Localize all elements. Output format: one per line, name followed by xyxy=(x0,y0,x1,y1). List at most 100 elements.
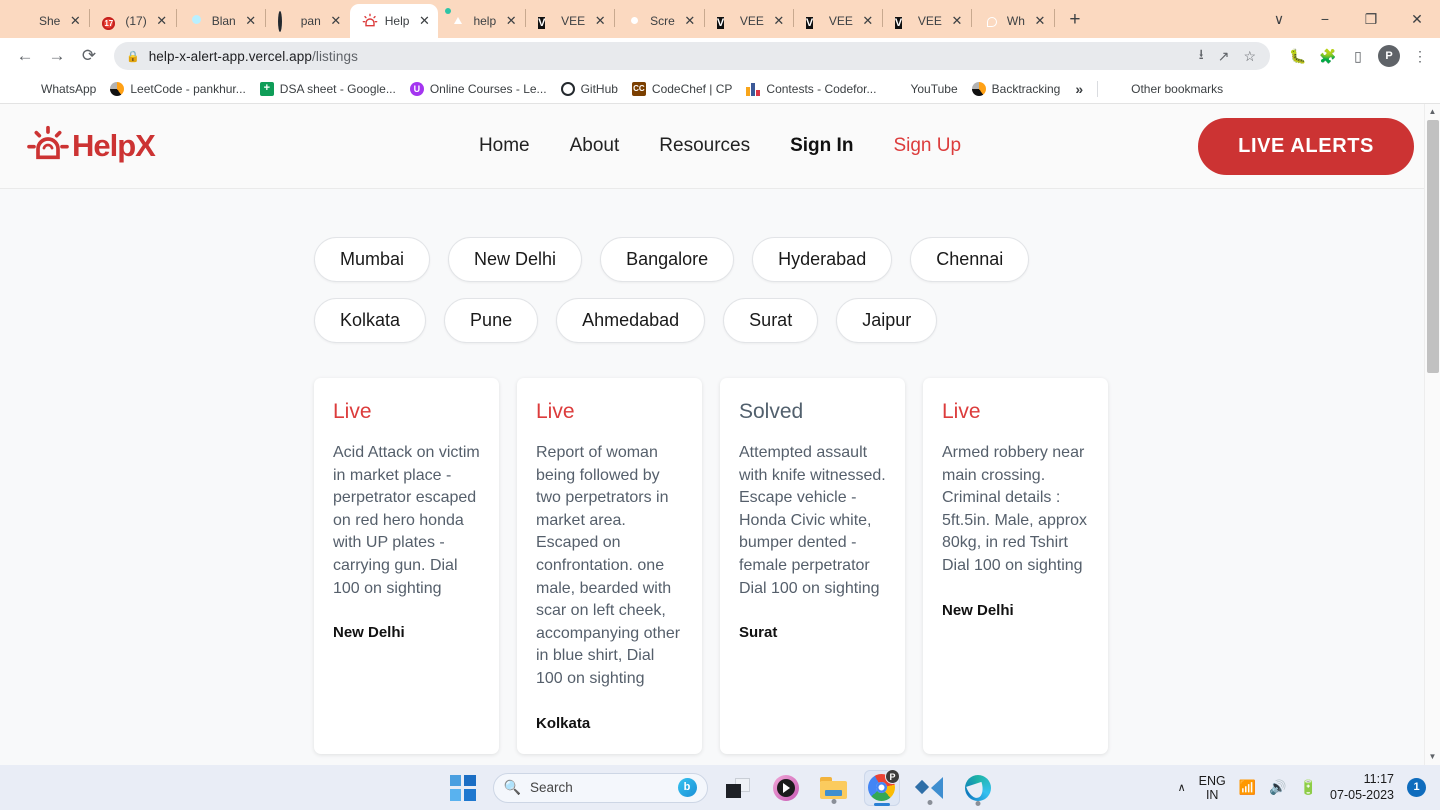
media-player-button[interactable] xyxy=(768,770,804,806)
bookmark-label: DSA sheet - Google... xyxy=(279,81,396,96)
bing-chat-icon[interactable]: b xyxy=(677,778,697,797)
city-chip-bangalore[interactable]: Bangalore xyxy=(600,237,735,282)
city-chip-kolkata[interactable]: Kolkata xyxy=(314,298,427,343)
profile-badge: P xyxy=(885,769,900,784)
site-logo[interactable]: HelpX xyxy=(26,124,156,169)
search-input[interactable]: 🔍 Search b xyxy=(492,772,708,803)
close-icon[interactable]: ✕ xyxy=(503,13,519,29)
minimize-button[interactable]: − xyxy=(1302,3,1348,35)
logo-text: HelpX xyxy=(72,128,156,163)
close-icon[interactable]: ✕ xyxy=(416,13,432,29)
browser-tab[interactable]: She ✕ xyxy=(4,4,89,38)
extensions-puzzle-icon[interactable]: 🧩 xyxy=(1318,48,1338,65)
city-chip-ahmedabad[interactable]: Ahmedabad xyxy=(556,298,706,343)
browser-tab[interactable]: Wh ✕ xyxy=(972,4,1054,38)
browser-tab[interactable]: Scre ✕ xyxy=(615,4,704,38)
address-bar[interactable]: 🔒 help-x-alert-app.vercel.app/listings ⭳… xyxy=(114,42,1270,70)
close-icon[interactable]: ✕ xyxy=(949,13,965,29)
close-icon[interactable]: ✕ xyxy=(860,13,876,29)
bookmark-star-icon[interactable]: ☆ xyxy=(1243,48,1256,65)
vercel-icon xyxy=(445,8,466,29)
bookmark-item[interactable]: U Online Courses - Le... xyxy=(403,79,554,99)
github-icon xyxy=(560,81,575,96)
browser-tab[interactable]: V VEE ✕ xyxy=(705,4,793,38)
tab-search-chevron-icon[interactable]: ∨ xyxy=(1256,3,1302,35)
install-icon[interactable]: ⭳ xyxy=(1199,44,1204,68)
city-chip-mumbai[interactable]: Mumbai xyxy=(314,237,431,282)
close-window-button[interactable]: ✕ xyxy=(1394,3,1440,35)
browser-tab[interactable]: V VEE ✕ xyxy=(526,4,614,38)
bookmark-item[interactable]: CC CodeChef | CP xyxy=(625,79,740,99)
live-alerts-button[interactable]: LIVE ALERTS xyxy=(1198,117,1414,175)
chrome-icon: P xyxy=(868,769,900,806)
new-tab-button[interactable]: + xyxy=(1061,7,1089,35)
extension-bug-icon[interactable]: 🐛 xyxy=(1288,48,1308,65)
chrome-taskbar-button[interactable]: P xyxy=(863,769,900,806)
bookmark-item[interactable]: Contests - Codefor... xyxy=(739,79,883,99)
scroll-down-arrow-icon[interactable]: ▼ xyxy=(1425,749,1440,765)
nav-link-sign-in[interactable]: Sign In xyxy=(790,135,853,157)
start-button[interactable] xyxy=(445,770,481,806)
browser-tab[interactable]: Blan ✕ xyxy=(177,4,265,38)
city-chip-chennai[interactable]: Chennai xyxy=(910,237,1030,282)
browser-tab[interactable]: V VEE ✕ xyxy=(794,4,882,38)
browser-tab[interactable]: 17 (17) ✕ xyxy=(90,4,175,38)
maximize-button[interactable]: ❐ xyxy=(1348,3,1394,35)
vscode-taskbar-button[interactable] xyxy=(912,770,948,806)
close-icon[interactable]: ✕ xyxy=(67,13,83,29)
browser-tab[interactable]: help ✕ xyxy=(438,4,525,38)
reload-button[interactable]: ⟳ xyxy=(74,41,104,71)
edge-taskbar-button[interactable] xyxy=(960,770,996,806)
browser-tab[interactable]: pan ✕ xyxy=(266,4,350,38)
scroll-up-arrow-icon[interactable]: ▲ xyxy=(1425,104,1440,120)
listing-card[interactable]: Live Armed robbery near main crossing. C… xyxy=(923,378,1108,754)
browser-tab[interactable]: V VEE ✕ xyxy=(883,4,971,38)
back-button[interactable]: ← xyxy=(10,41,40,71)
nav-link-sign-up[interactable]: Sign Up xyxy=(893,135,961,157)
other-bookmarks-button[interactable]: Other bookmarks xyxy=(1104,79,1230,99)
close-icon[interactable]: ✕ xyxy=(328,13,344,29)
codeforces-icon xyxy=(746,81,761,96)
close-icon[interactable]: ✕ xyxy=(682,13,698,29)
city-chip-new-delhi[interactable]: New Delhi xyxy=(448,237,583,282)
tab-title: Wh xyxy=(1006,14,1025,28)
bookmark-item[interactable]: LeetCode - pankhur... xyxy=(103,79,252,99)
bookmark-item[interactable]: GitHub xyxy=(554,79,625,99)
listing-card[interactable]: Solved Attempted assault with knife witn… xyxy=(720,378,905,754)
tab-title: She xyxy=(39,14,61,28)
page-scrollbar[interactable]: ▲ ▼ xyxy=(1424,104,1440,765)
nav-link-resources[interactable]: Resources xyxy=(659,135,750,157)
city-chip-pune[interactable]: Pune xyxy=(444,298,539,343)
close-icon[interactable]: ✕ xyxy=(243,13,259,29)
nav-link-home[interactable]: Home xyxy=(479,135,530,157)
city-chip-surat[interactable]: Surat xyxy=(723,298,819,343)
scrollbar-thumb[interactable] xyxy=(1427,120,1439,373)
task-view-button[interactable] xyxy=(720,770,756,806)
file-explorer-button[interactable] xyxy=(816,770,852,806)
bookmark-item[interactable]: Backtracking xyxy=(965,79,1068,99)
close-icon[interactable]: ✕ xyxy=(592,13,608,29)
listing-card-grid: Live Acid Attack on victim in market pla… xyxy=(314,378,1440,754)
share-icon[interactable]: ↗ xyxy=(1218,48,1230,65)
city-chip-jaipur[interactable]: Jaipur xyxy=(836,298,938,343)
status-badge: Solved xyxy=(739,400,804,423)
close-icon[interactable]: ✕ xyxy=(1032,13,1048,29)
bookmarks-overflow-button[interactable]: » xyxy=(1067,81,1091,97)
bookmark-item[interactable]: WhatsApp xyxy=(14,79,103,99)
bookmark-item[interactable]: + DSA sheet - Google... xyxy=(253,79,403,99)
close-icon[interactable]: ✕ xyxy=(154,13,170,29)
listing-card[interactable]: Live Report of woman being followed by t… xyxy=(517,378,702,754)
listing-card[interactable]: Live Acid Attack on victim in market pla… xyxy=(314,378,499,754)
side-panel-icon[interactable]: ▯ xyxy=(1348,48,1368,65)
close-icon[interactable]: ✕ xyxy=(771,13,787,29)
city-chip-hyderabad[interactable]: Hyderabad xyxy=(752,237,893,282)
browser-tab-active[interactable]: Help ✕ xyxy=(349,4,439,38)
tab-title: Help xyxy=(384,14,410,28)
three-dot-menu-icon[interactable]: ⋮ xyxy=(1410,48,1430,65)
nav-link-about[interactable]: About xyxy=(570,135,620,157)
avatar[interactable]: P xyxy=(1378,45,1400,67)
tab-strip: She ✕ 17 (17) ✕ Blan ✕ pan ✕ Help ✕ help… xyxy=(0,0,1440,38)
forward-button[interactable]: → xyxy=(42,41,72,71)
bookmark-item[interactable]: YouTube xyxy=(883,79,964,99)
bookmark-label: Backtracking xyxy=(991,81,1061,96)
